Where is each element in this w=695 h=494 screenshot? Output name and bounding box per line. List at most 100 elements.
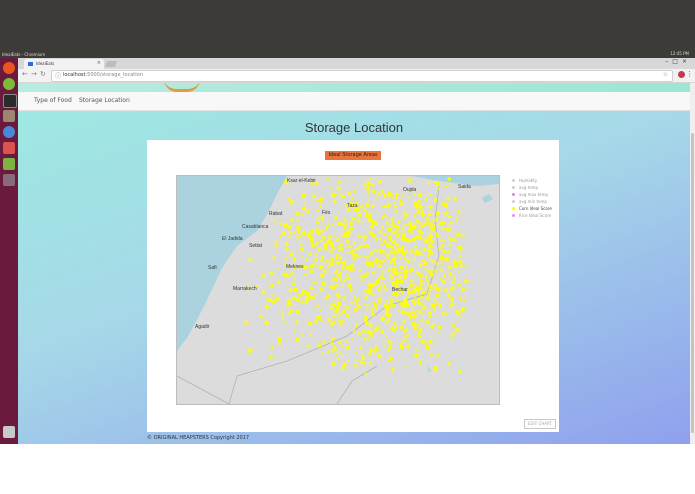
edit-chart-button[interactable]: EDIT CHART [524, 419, 556, 429]
ubuntu-logo-icon[interactable] [3, 62, 15, 74]
system-clock[interactable]: 12:45 PM [670, 51, 689, 56]
chromium-icon[interactable] [3, 78, 15, 90]
score-point [415, 348, 419, 352]
score-point [343, 231, 347, 235]
score-point [304, 297, 310, 302]
score-point [435, 302, 439, 306]
score-point [463, 265, 467, 269]
score-point [325, 259, 329, 263]
score-point [335, 279, 339, 282]
score-point [321, 283, 325, 286]
score-point [385, 334, 388, 338]
legend-label: avg temp [519, 185, 539, 190]
score-point [459, 315, 462, 318]
score-point [374, 346, 377, 350]
map-label: Taza [347, 203, 358, 209]
score-point [385, 300, 389, 303]
score-point [396, 250, 401, 254]
score-point [438, 246, 442, 250]
scrollbar-thumb[interactable] [691, 133, 694, 433]
storage-map[interactable]: Ksar el-Kebir Oujda Saida Taza Fès Rabat… [176, 175, 500, 405]
legend-item[interactable]: avg temp [511, 184, 552, 191]
back-icon[interactable]: ← [22, 70, 28, 78]
score-point [300, 213, 304, 217]
score-point [315, 220, 320, 225]
score-point [337, 294, 341, 299]
page-viewport: Type of Food Storage Location Storage Lo… [18, 83, 695, 444]
ideal-storage-areas-button[interactable]: Ideal Storage Areas [325, 151, 381, 160]
extension-icon[interactable] [678, 71, 685, 78]
nav-storage-location[interactable]: Storage Location [79, 97, 130, 104]
bookmark-star-icon[interactable]: ☆ [663, 71, 668, 78]
score-point [346, 239, 350, 244]
score-point [335, 260, 340, 265]
score-point [370, 312, 376, 317]
score-point [350, 301, 353, 304]
address-bar[interactable]: ⓘ localhost:5000/storage_location ☆ [51, 70, 673, 82]
score-point [269, 355, 273, 359]
android-studio-icon[interactable] [3, 158, 15, 170]
legend-swatch-icon [512, 207, 515, 210]
info-icon[interactable]: ⓘ [55, 71, 61, 80]
score-point [409, 230, 414, 235]
score-point [413, 192, 416, 196]
score-point [326, 177, 330, 181]
score-point [294, 320, 299, 325]
score-point [436, 353, 440, 358]
score-point [337, 221, 342, 226]
legend-item[interactable]: Rice Ideal Score [511, 212, 552, 219]
score-point [379, 284, 382, 288]
score-point [444, 212, 448, 216]
score-point [330, 257, 335, 262]
score-point [391, 258, 396, 263]
score-point [370, 349, 373, 353]
page-scrollbar[interactable] [690, 83, 695, 444]
reload-icon[interactable]: ↻ [40, 70, 46, 78]
close-tab-icon[interactable]: × [97, 60, 101, 66]
score-point [377, 354, 382, 359]
score-point [281, 316, 285, 320]
score-point [414, 235, 419, 240]
score-point [414, 254, 417, 257]
score-point [344, 220, 347, 223]
browser-tab[interactable]: IdealEats × [24, 59, 104, 69]
legend-item[interactable]: avg max temp [511, 191, 552, 198]
window-controls[interactable]: –□× [665, 58, 691, 65]
score-point [338, 257, 342, 261]
score-point [316, 208, 320, 212]
new-tab-button[interactable] [104, 61, 118, 67]
menu-icon[interactable]: ⋮ [686, 70, 693, 78]
legend-item[interactable]: avg min temp [511, 198, 552, 205]
forward-icon[interactable]: → [31, 70, 37, 78]
score-point [380, 242, 383, 245]
score-point [355, 247, 359, 251]
map-label: Rabat [269, 211, 283, 217]
score-point [442, 249, 447, 254]
score-point [395, 192, 399, 197]
score-point [336, 357, 340, 361]
site-logo[interactable] [164, 83, 200, 92]
legend-item[interactable]: Humidity [511, 177, 552, 184]
terminal-icon[interactable] [3, 94, 17, 108]
software-center-icon[interactable] [3, 142, 15, 154]
score-point [416, 271, 420, 275]
nav-type-of-food[interactable]: Type of Food [34, 97, 72, 104]
files-icon[interactable] [3, 110, 15, 122]
score-point [444, 204, 448, 208]
score-point [401, 226, 404, 229]
legend-item[interactable]: Corn Ideal Score [511, 205, 552, 212]
score-point [290, 218, 294, 222]
score-point [359, 360, 364, 365]
score-point [445, 312, 448, 316]
score-point [354, 301, 359, 306]
map-label: Agadir [195, 324, 210, 330]
score-point [383, 232, 387, 236]
app-icon[interactable] [3, 174, 15, 186]
score-point [438, 304, 442, 307]
score-point [450, 333, 455, 338]
score-point [365, 295, 368, 298]
trash-icon[interactable] [3, 426, 15, 438]
score-point [389, 250, 394, 255]
browser-icon[interactable] [3, 126, 15, 138]
score-point [416, 288, 420, 292]
